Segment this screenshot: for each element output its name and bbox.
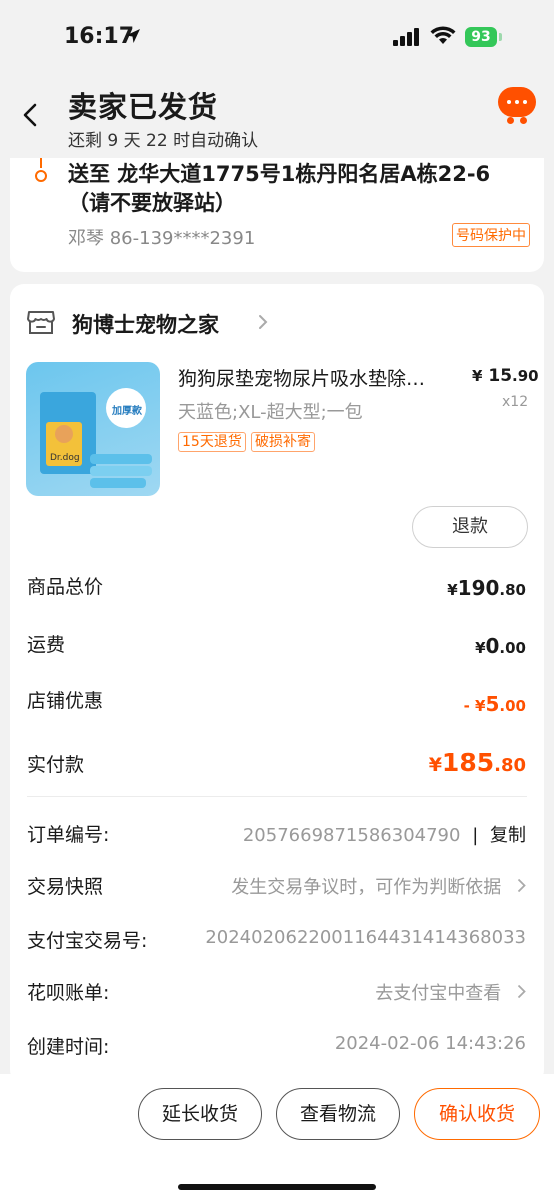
price-integer: 15 [488, 366, 513, 386]
shipping-value: ¥0.00 [475, 634, 526, 658]
cellular-signal-icon [393, 28, 419, 46]
view-logistics-button[interactable]: 查看物流 [276, 1088, 400, 1140]
paid-integer: 185 [441, 748, 495, 777]
trade-snapshot-label[interactable]: 交易快照 [27, 872, 103, 899]
discount-currency: - ¥ [463, 697, 486, 715]
paid-amount-value: ¥185.80 [429, 748, 526, 777]
confirm-receipt-button[interactable]: 确认收货 [414, 1088, 540, 1140]
copy-button[interactable]: 复制 [490, 825, 526, 846]
home-indicator[interactable] [178, 1184, 376, 1190]
huabei-bill-row[interactable]: 去支付宝中查看 [375, 979, 526, 1005]
discount-integer: 5 [485, 692, 500, 716]
shipping-label: 运费 [27, 634, 66, 656]
created-time-label: 创建时间: [27, 1036, 110, 1058]
product-price: ¥ 15.90 [472, 366, 539, 386]
address-card[interactable]: 送至 龙华大道1775号1栋丹阳名居A栋22-6（请不要放驿站） 邓琴 86-1… [10, 158, 544, 272]
huabei-bill-label[interactable]: 花呗账单: [27, 978, 109, 1005]
created-time-value: 2024-02-06 14:43:26 [334, 1033, 526, 1054]
product-spec: 天蓝色;XL-超大型;一包 [178, 402, 363, 423]
product-name[interactable]: 狗狗尿垫宠物尿片吸水垫除… [178, 364, 463, 391]
extend-receipt-button[interactable]: 延长收货 [138, 1088, 262, 1140]
tag-damage-reship: 破损补寄 [251, 432, 315, 452]
bottom-action-bar: 延长收货 查看物流 确认收货 [0, 1074, 554, 1200]
chevron-right-icon[interactable] [258, 314, 268, 330]
price-decimal: .90 [512, 367, 539, 385]
address-marker-icon [35, 170, 47, 182]
product-image[interactable]: 加厚款 Dr.dog [26, 362, 160, 496]
location-arrow-icon [126, 29, 140, 43]
shop-discount-value: - ¥5.00 [464, 692, 526, 716]
shipping-currency: ¥ [475, 639, 486, 657]
refund-button[interactable]: 退款 [412, 506, 528, 548]
battery-nub [499, 33, 502, 41]
huabei-bill-link: 去支付宝中查看 [375, 983, 502, 1004]
customer-service-icon[interactable] [498, 87, 536, 117]
subtotal-label: 商品总价 [27, 576, 104, 598]
battery-indicator: 93 [465, 27, 497, 47]
status-bar: 16:17 93 [0, 0, 554, 70]
customer-service-icon-base [505, 117, 529, 125]
paid-amount-label: 实付款 [27, 754, 85, 776]
subtotal-currency: ¥ [447, 581, 458, 599]
order-number-label: 订单编号: [27, 824, 110, 846]
thumb-badge: 加厚款 [112, 406, 142, 417]
shipping-decimal: .00 [499, 639, 526, 657]
tag-15-day-return: 15天退货 [178, 432, 246, 452]
pet-pad-package-image [40, 388, 152, 488]
subtotal-decimal: .80 [499, 581, 526, 599]
order-number-row: 2057669871586304790 | 复制 [243, 821, 526, 847]
auto-confirm-countdown: 还剩 9 天 22 时自动确认 [68, 131, 259, 151]
chevron-right-icon [517, 984, 526, 999]
alipay-trade-label: 支付宝交易号: [27, 930, 148, 952]
trade-snapshot-row[interactable]: 发生交易争议时，可作为判断依据 [231, 873, 526, 899]
paid-decimal: .80 [494, 755, 526, 776]
shop-discount-label: 店铺优惠 [27, 690, 104, 712]
page-header: 卖家已发货 还剩 9 天 22 时自动确认 [0, 70, 554, 160]
thumb-brand: Dr.dog [50, 453, 80, 463]
order-card: 狗博士宠物之家 加厚款 Dr.dog 狗狗尿垫宠物尿片吸水垫除… ¥ 15.90… [10, 284, 544, 1084]
wifi-icon [430, 26, 456, 44]
separator: | [472, 825, 479, 846]
paid-currency: ¥ [428, 754, 442, 776]
number-protection-badge: 号码保护中 [452, 223, 530, 247]
divider [27, 796, 527, 797]
alipay-trade-number: 2024020622001164431414368033 [205, 927, 526, 948]
order-number-value: 2057669871586304790 [242, 825, 461, 846]
shop-icon [27, 311, 55, 334]
shop-name[interactable]: 狗博士宠物之家 [72, 309, 219, 339]
shipping-integer: 0 [485, 634, 500, 658]
chevron-right-icon [517, 878, 526, 893]
recipient-contact: 邓琴 86-139****2391 [68, 228, 256, 249]
back-arrow-icon[interactable] [22, 103, 38, 127]
price-currency: ¥ [472, 367, 483, 385]
subtotal-integer: 190 [457, 576, 500, 600]
page-title: 卖家已发货 [68, 90, 219, 124]
subtotal-value: ¥190.80 [447, 576, 526, 600]
product-quantity: x12 [502, 394, 529, 410]
trade-snapshot-hint: 发生交易争议时，可作为判断依据 [231, 877, 502, 898]
discount-decimal: .00 [499, 697, 526, 715]
address-connector-line [40, 158, 42, 168]
delivery-address: 送至 龙华大道1775号1栋丹阳名居A栋22-6（请不要放驿站） [68, 162, 491, 215]
